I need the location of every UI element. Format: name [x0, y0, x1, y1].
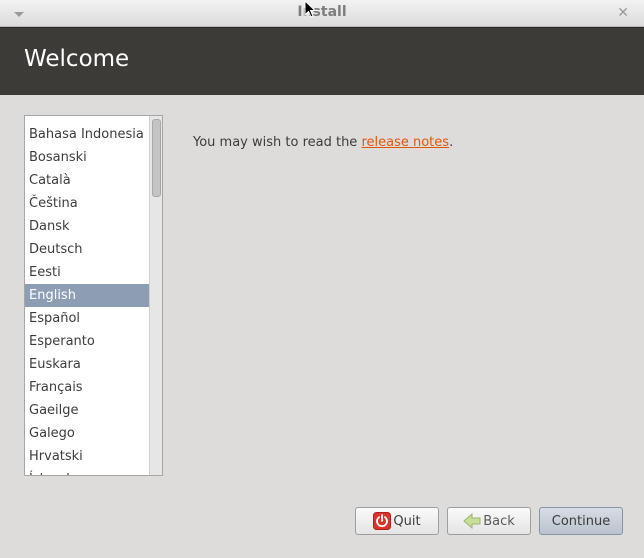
continue-button[interactable]: Continue: [539, 507, 623, 535]
back-button-label: Back: [483, 513, 515, 529]
language-item[interactable]: Deutsch: [25, 238, 149, 261]
mouse-cursor-icon: [304, 0, 317, 18]
language-item[interactable]: Eesti: [25, 261, 149, 284]
release-notes-prefix: You may wish to read the: [193, 135, 362, 150]
language-item[interactable]: English: [25, 284, 149, 307]
language-list[interactable]: Bahasa Indonesia Bosanski Català Čeština Dan…: [24, 115, 163, 476]
language-item[interactable]: Français: [25, 376, 149, 399]
language-item[interactable]: Galego: [25, 422, 149, 445]
language-item[interactable]: Español: [25, 307, 149, 330]
language-item[interactable]: Dansk: [25, 215, 149, 238]
language-item[interactable]: Bosanski: [25, 146, 149, 169]
release-notes-link[interactable]: release notes: [361, 135, 449, 150]
language-item[interactable]: Bahasa Indonesia: [25, 123, 149, 146]
scrollbar-thumb[interactable]: [152, 119, 161, 197]
language-item[interactable]: Íslenska: [25, 468, 149, 475]
page-header: Welcome: [0, 27, 644, 95]
language-list-items: Bahasa Indonesia Bosanski Català Čeština Dan…: [25, 123, 149, 475]
quit-button-label: Quit: [393, 513, 421, 529]
language-item[interactable]: Čeština: [25, 192, 149, 215]
close-icon[interactable]: ✕: [617, 5, 629, 21]
arrow-left-icon: [463, 512, 481, 530]
back-button[interactable]: Back: [447, 507, 531, 535]
release-notes-suffix: .: [449, 135, 454, 150]
language-item[interactable]: Gaeilge: [25, 399, 149, 422]
power-icon: [373, 512, 392, 530]
window-title: Install: [297, 4, 347, 20]
language-item[interactable]: Euskara: [25, 353, 149, 376]
language-item[interactable]: Esperanto: [25, 330, 149, 353]
release-notes-message: You may wish to read the release notes.: [193, 135, 453, 150]
language-list-scrollbar[interactable]: [149, 116, 162, 475]
title-bar[interactable]: Install ✕: [0, 0, 644, 27]
language-item[interactable]: Català: [25, 169, 149, 192]
quit-button[interactable]: Quit: [355, 507, 439, 535]
page-title: Welcome: [24, 46, 130, 72]
installer-window: Install ✕ Welcome Bahasa Indonesia Bosans…: [0, 0, 644, 558]
continue-button-label: Continue: [551, 513, 611, 529]
language-item[interactable]: Hrvatski: [25, 445, 149, 468]
